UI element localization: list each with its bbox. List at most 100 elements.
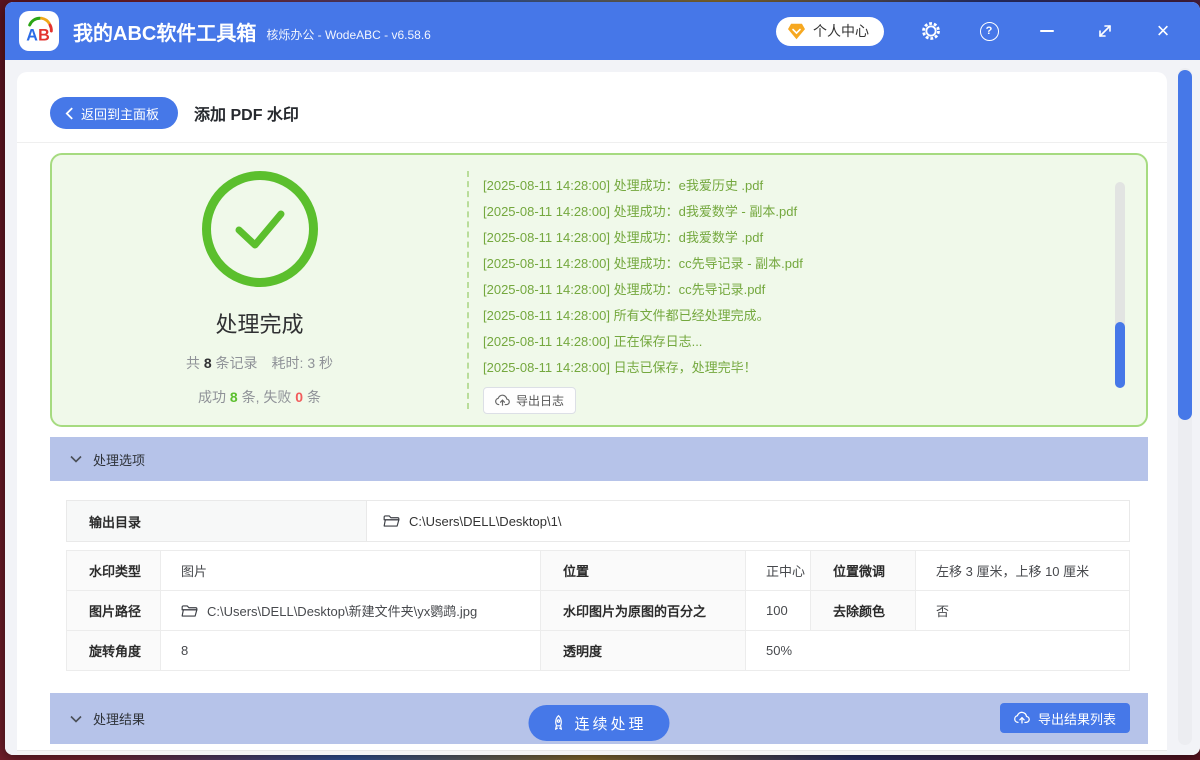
back-to-dashboard-button[interactable]: 返回到主面板 <box>50 97 179 129</box>
minimize-button[interactable] <box>1036 20 1058 42</box>
open-folder-icon <box>181 604 198 618</box>
options-table: 水印类型 图片 位置 正中心 位置微调 左移 3 厘米，上移 10 厘米图片路径 C:\Us… <box>66 550 1130 671</box>
diagonal-arrows-icon <box>1097 23 1113 39</box>
option-cell-text: 100 <box>766 603 788 618</box>
section-header-options[interactable]: 处理选项 <box>50 437 1148 481</box>
log-line: [2025-08-11 14:28:00] 正在保存日志... <box>483 334 703 349</box>
minus-icon <box>1040 30 1054 32</box>
back-button-label: 返回到主面板 <box>81 106 160 122</box>
option-label: 透明度 <box>541 631 746 670</box>
export-log-button[interactable]: 导出日志 <box>483 387 577 414</box>
export-log-label: 导出日志 <box>516 394 565 408</box>
content-area: 返回到主面板 添加 PDF 水印 处理完成 共 8 条记录 耗时: 3 秒 成功… <box>5 60 1200 755</box>
stat-segment: 8 <box>203 355 212 371</box>
options-body: 输出目录 C:\Users\DELL\Desktop\1\ 水印类型 图片 位置 正中… <box>50 481 1148 671</box>
card-header: 返回到主面板 添加 PDF 水印 <box>17 72 1167 143</box>
option-cell-text: 图片路径 <box>89 604 142 619</box>
log-line: [2025-08-11 14:28:00] 处理成功：cc先导记录.pdf <box>483 282 766 297</box>
section-header-results[interactable]: 处理结果 连续处理 导出结果列表 <box>50 693 1148 744</box>
stat-segment: 0 <box>295 389 304 405</box>
options-table-row: 图片路径 C:\Users\DELL\Desktop\新建文件夹\yx鹦鹉.jpg… <box>67 591 1129 631</box>
log-line: [2025-08-11 14:28:00] 处理成功：e我爱历史 .pdf <box>483 178 764 193</box>
option-cell-text: 8 <box>181 643 189 658</box>
option-value: 8 <box>161 631 541 670</box>
option-cell-text: 50% <box>766 643 793 658</box>
resize-button[interactable] <box>1094 20 1116 42</box>
personal-center-button[interactable]: 个人中心 <box>776 16 884 46</box>
option-label: 位置微调 <box>811 551 916 590</box>
option-label: 去除颜色 <box>811 591 916 630</box>
status-column: 处理完成 共 8 条记录 耗时: 3 秒 成功 8 条, 失败 0 条 <box>52 155 467 425</box>
log-line: [2025-08-11 14:28:00] 处理成功：d我爱数学 - 副本.pd… <box>483 204 798 219</box>
personal-center-label: 个人中心 <box>813 23 869 39</box>
app-window: A B 我的ABC软件工具箱 核烁办公 - WodeABC - v6.58.6 … <box>5 2 1200 755</box>
option-value: 图片 <box>161 551 541 590</box>
option-cell-text: 位置 <box>563 564 590 579</box>
option-cell-text: 左移 3 厘米，上移 10 厘米 <box>936 564 1090 579</box>
continue-processing-button[interactable]: 连续处理 <box>528 705 670 741</box>
svg-text:B: B <box>38 26 50 44</box>
main-scrollbar-thumb[interactable] <box>1178 70 1192 420</box>
option-label: 水印类型 <box>67 551 161 590</box>
cloud-upload-icon <box>495 394 510 407</box>
option-cell-text: 水印图片为原图的百分之 <box>563 604 707 619</box>
status-title: 处理完成 <box>215 312 304 337</box>
result-panel: 处理完成 共 8 条记录 耗时: 3 秒 成功 8 条, 失败 0 条 [202… <box>50 153 1148 427</box>
option-value: C:\Users\DELL\Desktop\新建文件夹\yx鹦鹉.jpg <box>161 591 541 630</box>
app-subtitle: 核烁办公 - WodeABC - v6.58.6 <box>266 28 431 42</box>
app-title: 我的ABC软件工具箱 <box>73 22 257 45</box>
gem-icon <box>787 23 806 40</box>
option-label: 图片路径 <box>67 591 161 630</box>
option-label: 旋转角度 <box>67 631 161 670</box>
chevron-left-icon <box>65 106 74 120</box>
section-options-label: 处理选项 <box>93 452 146 468</box>
svg-text:A: A <box>26 26 38 44</box>
help-button[interactable]: ? <box>978 20 1000 42</box>
check-circle-icon <box>201 171 318 287</box>
main-scrollbar[interactable] <box>1178 68 1192 745</box>
log-scrollbar-thumb[interactable] <box>1115 322 1125 388</box>
log-line: [2025-08-11 14:28:00] 处理成功：cc先导记录 - 副本.p… <box>483 256 803 271</box>
stats-line-records: 共 8 条记录 耗时: 3 秒 <box>186 353 333 373</box>
cloud-upload-icon <box>1014 711 1030 725</box>
close-button[interactable]: × <box>1152 20 1174 42</box>
option-cell-text: C:\Users\DELL\Desktop\新建文件夹\yx鹦鹉.jpg <box>207 604 478 619</box>
export-results-label: 导出结果列表 <box>1037 711 1116 727</box>
option-cell-text: 位置微调 <box>833 564 886 579</box>
option-cell-text: 正中心 <box>766 564 806 579</box>
option-label: 水印图片为原图的百分之 <box>541 591 746 630</box>
option-value: 100 <box>746 591 811 630</box>
option-value: 正中心 <box>746 551 811 590</box>
open-folder-icon <box>383 514 400 528</box>
output-dir-path: C:\Users\DELL\Desktop\1\ <box>409 513 562 529</box>
stat-segment: 8 <box>229 389 238 405</box>
app-logo-icon: A B <box>19 11 59 51</box>
titlebar-controls: 个人中心 ? × <box>776 16 1200 46</box>
stat-segment: 条 <box>303 389 321 405</box>
log-line: [2025-08-11 14:28:00] 所有文件都已经处理完成。 <box>483 308 770 323</box>
log-line: [2025-08-11 14:28:00] 处理成功：d我爱数学 .pdf <box>483 230 764 245</box>
output-dir-row: 输出目录 C:\Users\DELL\Desktop\1\ <box>66 500 1130 542</box>
continue-processing-label: 连续处理 <box>574 715 647 733</box>
stat-segment: 耗时: 3 秒 <box>257 355 334 371</box>
chevron-down-icon <box>70 715 82 723</box>
stats-line-success-fail: 成功 8 条, 失败 0 条 <box>198 387 321 407</box>
output-dir-label: 输出目录 <box>67 501 367 541</box>
settings-button[interactable] <box>920 20 942 42</box>
option-value: 50% <box>746 631 1129 670</box>
stat-segment: 条, 失败 <box>237 389 296 405</box>
stat-segment: 条记录 <box>211 355 258 371</box>
log-line: [2025-08-11 14:28:00] 日志已保存，处理完毕！ <box>483 360 757 375</box>
export-results-button[interactable]: 导出结果列表 <box>999 703 1130 733</box>
titlebar: A B 我的ABC软件工具箱 核烁办公 - WodeABC - v6.58.6 … <box>5 2 1200 60</box>
rocket-icon <box>551 714 565 732</box>
options-table-row: 水印类型 图片 位置 正中心 位置微调 左移 3 厘米，上移 10 厘米 <box>67 551 1129 591</box>
log-scrollbar[interactable] <box>1115 182 1125 388</box>
option-value: 否 <box>916 591 1129 630</box>
chevron-down-icon <box>70 455 82 463</box>
main-card: 返回到主面板 添加 PDF 水印 处理完成 共 8 条记录 耗时: 3 秒 成功… <box>17 72 1167 755</box>
page-title: 添加 PDF 水印 <box>194 107 299 124</box>
gear-icon <box>921 21 941 41</box>
option-cell-text: 旋转角度 <box>89 644 142 659</box>
log-panel[interactable]: [2025-08-11 14:28:00] 处理成功：e我爱历史 .pdf [20… <box>467 171 1146 414</box>
